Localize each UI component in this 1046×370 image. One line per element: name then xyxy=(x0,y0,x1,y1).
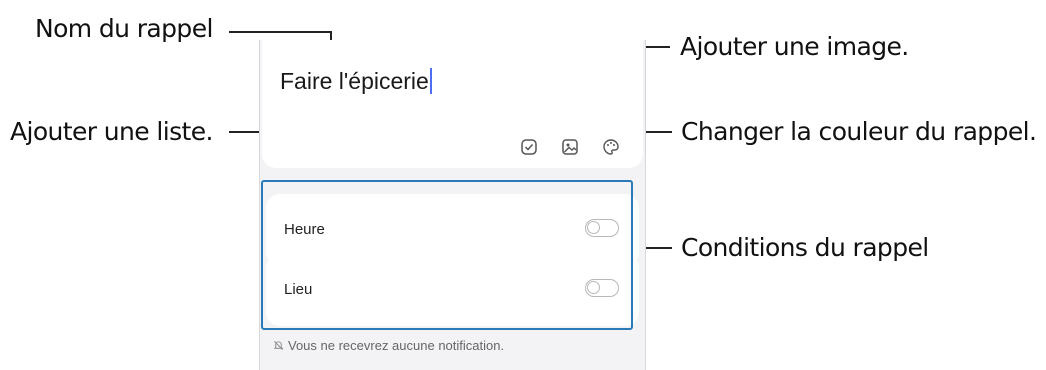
callout-reminder-name: Nom du rappel xyxy=(35,14,213,43)
callout-change-color: Changer la couleur du rappel. xyxy=(681,117,1037,146)
add-image-button[interactable] xyxy=(559,136,581,158)
notification-notice: Vous ne recevrez aucune notification. xyxy=(273,338,504,353)
leader-line-reminder-name-h xyxy=(229,31,332,33)
checkbox-icon xyxy=(521,139,537,155)
title-card: Faire l'épicerie xyxy=(262,40,643,168)
text-caret xyxy=(429,68,432,94)
callout-add-list: Ajouter une liste. xyxy=(10,117,213,146)
change-color-button[interactable] xyxy=(600,136,622,158)
palette-icon xyxy=(603,139,619,155)
reminder-title-input[interactable]: Faire l'épicerie xyxy=(280,68,432,95)
bell-off-icon xyxy=(273,341,284,350)
notice-text: Vous ne recevrez aucune notification. xyxy=(288,338,505,353)
conditions-highlight-frame xyxy=(261,180,633,330)
reminder-title-text: Faire l'épicerie xyxy=(280,68,429,94)
add-list-button[interactable] xyxy=(518,136,540,158)
callout-add-image: Ajouter une image. xyxy=(680,32,909,61)
callout-conditions: Conditions du rappel xyxy=(681,233,929,262)
image-icon xyxy=(562,139,578,155)
